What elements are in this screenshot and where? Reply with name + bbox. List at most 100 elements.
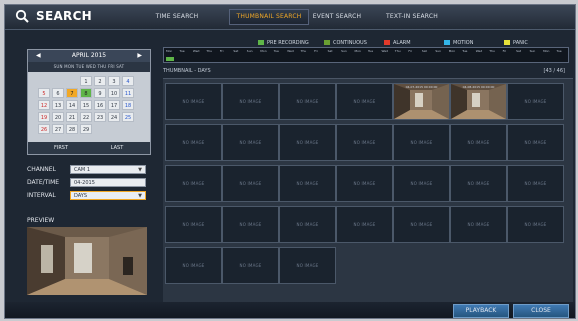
thumbnail[interactable]: NO IMAGE — [279, 83, 336, 120]
calendar-day[interactable]: 15 — [80, 100, 92, 110]
calendar-day[interactable]: 6 — [52, 88, 64, 98]
calendar-day[interactable]: 16 — [94, 100, 106, 110]
timeline-label: Sun — [341, 49, 347, 53]
calendar-day[interactable]: 1 — [80, 76, 92, 86]
calendar-day[interactable]: 5 — [38, 88, 50, 98]
playback-button[interactable]: PLAYBACK — [453, 304, 509, 318]
thumbnail[interactable]: NO IMAGE — [507, 124, 564, 161]
calendar-day[interactable]: 17 — [108, 100, 120, 110]
calendar-day[interactable]: 25 — [122, 112, 134, 122]
thumbnail[interactable]: NO IMAGE — [393, 124, 450, 161]
no-image-label: NO IMAGE — [467, 140, 490, 145]
thumbnail[interactable]: NO IMAGE — [507, 83, 564, 120]
tab-time-search[interactable]: TIME SEARCH — [145, 10, 209, 24]
calendar-weekdays: SUN MON TUE WED THU FRI SAT — [28, 62, 150, 72]
tab-event-search[interactable]: EVENT SEARCH — [307, 10, 367, 24]
thumbnail[interactable]: NO IMAGE — [507, 206, 564, 243]
thumbnail[interactable]: NO IMAGE — [336, 124, 393, 161]
thumbnail[interactable]: NO IMAGE — [279, 124, 336, 161]
thumbnail[interactable]: NO IMAGE — [165, 165, 222, 202]
thumbnail[interactable]: NO IMAGE — [165, 83, 222, 120]
thumbnail[interactable]: NO IMAGE — [336, 206, 393, 243]
thumbnail[interactable]: NO IMAGE — [279, 247, 336, 284]
no-image-label: NO IMAGE — [239, 99, 262, 104]
calendar-day[interactable]: 10 — [108, 88, 120, 98]
timeline-bar[interactable]: Mon Tue Wed Thu Fri Sat Sun Mon Tue Wed Thu Fri Sat S… — [163, 47, 569, 63]
calendar-day[interactable]: 18 — [122, 100, 134, 110]
calendar-day[interactable]: 9 — [94, 88, 106, 98]
last-button[interactable]: LAST — [94, 144, 140, 152]
calendar-day[interactable]: 28 — [66, 124, 78, 134]
no-image-label: NO IMAGE — [296, 181, 319, 186]
calendar-day[interactable]: 2 — [94, 76, 106, 86]
timeline-label: Thu — [489, 49, 495, 53]
calendar-day[interactable]: 12 — [38, 100, 50, 110]
calendar-day[interactable]: 11 — [122, 88, 134, 98]
calendar-day[interactable]: 13 — [52, 100, 64, 110]
thumbnail[interactable]: NO IMAGE — [279, 165, 336, 202]
top-bar: SEARCH TIME SEARCH THUMBNAIL SEARCH EVEN… — [5, 5, 575, 30]
thumbnail[interactable]: NO IMAGE — [165, 124, 222, 161]
no-image-label: NO IMAGE — [353, 140, 376, 145]
timeline-label: Mon — [543, 49, 550, 53]
channel-select[interactable]: CAM 1 ▼ — [70, 165, 146, 174]
calendar-day[interactable]: 20 — [52, 112, 64, 122]
thumbnail-caption: 04-08-2015 00:00:00 — [462, 85, 495, 89]
thumbnail[interactable]: NO IMAGE — [393, 206, 450, 243]
thumbnail[interactable]: NO IMAGE — [222, 247, 279, 284]
calendar-day[interactable]: 3 — [108, 76, 120, 86]
datetime-field[interactable]: 04-2015 — [70, 178, 146, 187]
calendar-day[interactable]: 22 — [80, 112, 92, 122]
calendar-day[interactable]: 23 — [94, 112, 106, 122]
calendar-day[interactable]: 24 — [108, 112, 120, 122]
thumbnail[interactable]: NO IMAGE — [507, 165, 564, 202]
thumbnail[interactable]: NO IMAGE — [222, 83, 279, 120]
grid-title: THUMBNAIL - DAYS — [163, 68, 211, 74]
thumbnail[interactable]: NO IMAGE — [336, 165, 393, 202]
thumbnail[interactable]: 04-07-2015 00:00:00 — [393, 83, 450, 120]
calendar-day[interactable]: 8 — [80, 88, 92, 98]
legend-item: ALARM — [384, 40, 411, 46]
thumbnail[interactable]: NO IMAGE — [279, 206, 336, 243]
no-image-label: NO IMAGE — [239, 181, 262, 186]
close-button[interactable]: CLOSE — [513, 304, 569, 318]
first-button[interactable]: FIRST — [38, 144, 84, 152]
thumbnail[interactable]: NO IMAGE — [450, 124, 507, 161]
thumbnail[interactable]: 04-08-2015 00:00:00 — [450, 83, 507, 120]
calendar-day[interactable]: 29 — [80, 124, 92, 134]
calendar-day[interactable]: 26 — [38, 124, 50, 134]
thumbnail[interactable]: NO IMAGE — [393, 165, 450, 202]
thumbnail[interactable]: NO IMAGE — [450, 165, 507, 202]
thumbnail[interactable]: NO IMAGE — [165, 206, 222, 243]
tab-text-in-search[interactable]: TEXT-IN SEARCH — [377, 10, 447, 24]
timeline-label: Tue — [462, 49, 468, 53]
calendar-day[interactable]: 7 — [66, 88, 78, 98]
calendar-day[interactable]: 14 — [66, 100, 78, 110]
timeline-label: Sat — [327, 49, 333, 53]
legend-swatch — [324, 40, 330, 45]
thumbnail[interactable]: NO IMAGE — [222, 124, 279, 161]
no-image-label: NO IMAGE — [524, 222, 547, 227]
thumbnail[interactable]: NO IMAGE — [222, 165, 279, 202]
no-image-label: NO IMAGE — [353, 181, 376, 186]
timeline-label: Sun — [246, 49, 253, 53]
thumbnail[interactable]: NO IMAGE — [222, 206, 279, 243]
no-image-label: NO IMAGE — [182, 222, 205, 227]
legend-swatch — [258, 40, 264, 45]
calendar-day[interactable]: 4 — [122, 76, 134, 86]
timeline-label: Wed — [287, 49, 294, 53]
prev-month-icon[interactable]: ◀ — [36, 50, 41, 62]
thumbnail[interactable]: NO IMAGE — [165, 247, 222, 284]
no-image-label: NO IMAGE — [239, 263, 262, 268]
timeline-label: Fri — [219, 49, 224, 53]
timeline-label: Mon — [166, 49, 173, 53]
next-month-icon[interactable]: ▶ — [137, 50, 142, 62]
timeline-label: Fri — [408, 49, 412, 53]
thumbnail[interactable]: NO IMAGE — [336, 83, 393, 120]
interval-select[interactable]: DAYS ▼ — [70, 191, 146, 200]
calendar-day[interactable]: 19 — [38, 112, 50, 122]
tab-thumbnail-search[interactable]: THUMBNAIL SEARCH — [229, 9, 309, 25]
calendar-day[interactable]: 21 — [66, 112, 78, 122]
thumbnail[interactable]: NO IMAGE — [450, 206, 507, 243]
calendar-day[interactable]: 27 — [52, 124, 64, 134]
